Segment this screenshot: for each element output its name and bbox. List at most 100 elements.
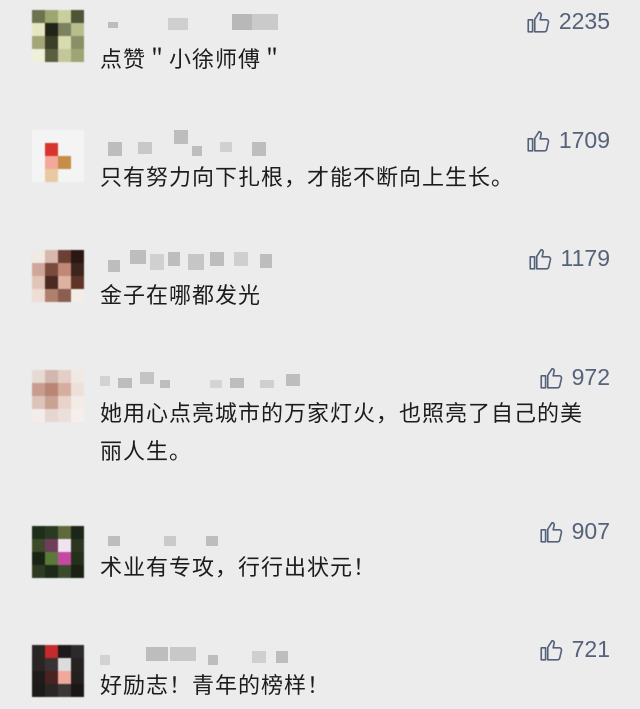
avatar-mosaic-tile <box>71 276 84 289</box>
avatar-mosaic-tile <box>58 130 71 143</box>
avatar-mosaic-tile <box>32 671 45 684</box>
like-button[interactable]: 1179 <box>527 245 610 272</box>
comment-text: 她用心点亮城市的万家灯火，也照亮了自己的美丽人生。 <box>100 402 584 465</box>
avatar-mosaic-tile <box>45 156 58 169</box>
username-redacted[interactable] <box>100 128 300 156</box>
avatar-mosaic-tile <box>58 539 71 552</box>
avatar-mosaic-tile <box>45 169 58 182</box>
avatar-mosaic-tile <box>71 130 84 143</box>
avatar-mosaic-tile <box>58 250 71 263</box>
comment-text: 金子在哪都发光 <box>100 284 262 309</box>
avatar-mosaic-tile <box>58 156 71 169</box>
thumbs-up-icon <box>528 248 551 270</box>
avatar-mosaic-tile <box>71 684 84 697</box>
avatar-mosaic-tile <box>58 645 71 658</box>
avatar[interactable] <box>32 130 84 182</box>
avatar-mosaic-tile <box>71 23 84 36</box>
like-count: 1179 <box>560 245 610 271</box>
avatar[interactable] <box>32 10 84 62</box>
avatar-mosaic-tile <box>58 276 71 289</box>
comment-text: 只有努力向下扎根，才能不断向上生长。 <box>100 166 515 191</box>
comment-text: 术业有专攻，行行出状元！ <box>100 556 377 581</box>
avatar-mosaic-tile <box>45 396 58 409</box>
avatar-mosaic-tile <box>58 383 71 396</box>
avatar-mosaic-tile <box>58 658 71 671</box>
avatar-mosaic-tile <box>71 10 84 23</box>
avatar-mosaic-tile <box>58 684 71 697</box>
like-button[interactable]: 2235 <box>525 8 610 35</box>
avatar[interactable] <box>32 526 84 578</box>
username-redacted[interactable] <box>100 645 300 665</box>
avatar-mosaic-tile <box>45 671 58 684</box>
avatar-mosaic-tile <box>45 263 58 276</box>
avatar-mosaic-tile <box>32 552 45 565</box>
avatar-mosaic-tile <box>58 49 71 62</box>
username-redacted[interactable] <box>100 14 300 30</box>
avatar-mosaic-tile <box>71 289 84 302</box>
like-button[interactable]: 721 <box>538 636 610 663</box>
avatar-mosaic-tile <box>32 49 45 62</box>
avatar-mosaic-tile <box>71 250 84 263</box>
like-count: 2235 <box>558 8 610 34</box>
avatar-mosaic-tile <box>58 370 71 383</box>
avatar-mosaic-tile <box>71 370 84 383</box>
avatar-mosaic-tile <box>71 539 84 552</box>
avatar-mosaic-tile <box>45 130 58 143</box>
avatar-mosaic-tile <box>45 49 58 62</box>
avatar-mosaic-tile <box>32 658 45 671</box>
avatar-mosaic-tile <box>45 526 58 539</box>
avatar-mosaic-tile <box>32 169 45 182</box>
username-redacted[interactable] <box>100 370 300 388</box>
avatar-mosaic-tile <box>32 36 45 49</box>
avatar-mosaic-tile <box>58 23 71 36</box>
avatar-mosaic-tile <box>71 263 84 276</box>
avatar-mosaic-tile <box>45 143 58 156</box>
avatar-mosaic-tile <box>45 10 58 23</box>
avatar-mosaic-tile <box>71 49 84 62</box>
avatar-mosaic-tile <box>71 552 84 565</box>
avatar[interactable] <box>32 250 84 302</box>
avatar-mosaic-tile <box>45 276 58 289</box>
avatar-mosaic-tile <box>71 396 84 409</box>
comment-text: 点赞＂小徐师傅＂ <box>100 48 285 73</box>
avatar-mosaic-tile <box>58 36 71 49</box>
avatar-mosaic-tile <box>71 169 84 182</box>
avatar-mosaic-tile <box>58 169 71 182</box>
like-count: 721 <box>571 636 610 662</box>
avatar-mosaic-tile <box>32 565 45 578</box>
avatar-mosaic-tile <box>32 263 45 276</box>
avatar-mosaic-tile <box>32 409 45 422</box>
avatar-mosaic-tile <box>32 23 45 36</box>
avatar-mosaic-tile <box>32 645 45 658</box>
avatar-mosaic-tile <box>71 565 84 578</box>
avatar-mosaic-tile <box>45 289 58 302</box>
avatar-mosaic-tile <box>32 143 45 156</box>
avatar-mosaic-tile <box>32 156 45 169</box>
avatar-mosaic-tile <box>32 10 45 23</box>
avatar-mosaic-tile <box>45 36 58 49</box>
avatar[interactable] <box>32 645 84 697</box>
avatar-mosaic-tile <box>45 383 58 396</box>
avatar-mosaic-tile <box>71 645 84 658</box>
username-redacted[interactable] <box>100 526 300 546</box>
like-count: 1709 <box>558 127 610 153</box>
thumbs-up-icon <box>527 11 550 33</box>
avatar-mosaic-tile <box>32 250 45 263</box>
avatar[interactable] <box>32 370 84 422</box>
avatar-mosaic-tile <box>32 370 45 383</box>
avatar-mosaic-tile <box>71 156 84 169</box>
thumbs-up-icon <box>540 639 562 661</box>
like-button[interactable]: 1709 <box>525 127 610 154</box>
avatar-mosaic-tile <box>58 409 71 422</box>
avatar-mosaic-tile <box>32 526 45 539</box>
avatar-mosaic-tile <box>58 10 71 23</box>
avatar-mosaic-tile <box>71 383 84 396</box>
avatar-mosaic-tile <box>71 671 84 684</box>
avatar-mosaic-tile <box>32 289 45 302</box>
like-button[interactable]: 907 <box>538 518 610 545</box>
avatar-mosaic-tile <box>32 276 45 289</box>
avatar-mosaic-tile <box>58 526 71 539</box>
username-redacted[interactable] <box>100 250 300 272</box>
avatar-mosaic-tile <box>45 684 58 697</box>
like-button[interactable]: 972 <box>538 364 610 391</box>
